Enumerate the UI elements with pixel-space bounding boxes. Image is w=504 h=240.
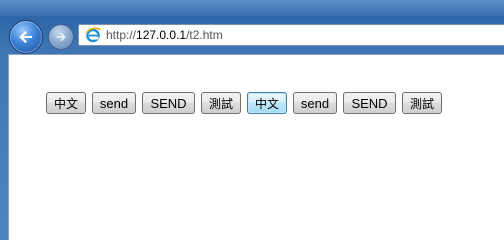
address-bar[interactable]: http://127.0.0.1/t2.htm <box>78 24 504 46</box>
button-send-upper-1[interactable]: SEND <box>142 92 195 114</box>
button-test-1[interactable]: 測試 <box>201 92 241 114</box>
button-chinese-2[interactable]: 中文 <box>247 92 287 114</box>
url-host: 127.0.0.1 <box>136 28 187 42</box>
button-chinese-1[interactable]: 中文 <box>46 92 86 114</box>
back-button[interactable] <box>9 20 43 54</box>
browser-window: http://127.0.0.1/t2.htm 中文 send SEND 測試 … <box>0 0 504 240</box>
url-scheme: http:// <box>106 28 137 42</box>
forward-arrow-icon <box>56 32 66 42</box>
forward-button[interactable] <box>48 24 74 50</box>
title-bar <box>0 0 504 16</box>
button-send-1[interactable]: send <box>92 92 136 114</box>
page-content: 中文 send SEND 測試 中文 send SEND 測試 <box>8 54 504 240</box>
internet-explorer-icon <box>84 26 102 44</box>
button-send-2[interactable]: send <box>293 92 337 114</box>
back-arrow-icon <box>19 30 32 44</box>
button-row: 中文 send SEND 測試 中文 send SEND 測試 <box>46 92 442 114</box>
url-text[interactable]: http://127.0.0.1/t2.htm <box>106 28 223 42</box>
url-path: /t2.htm <box>186 28 223 42</box>
button-send-upper-2[interactable]: SEND <box>343 92 396 114</box>
button-test-2[interactable]: 測試 <box>402 92 442 114</box>
